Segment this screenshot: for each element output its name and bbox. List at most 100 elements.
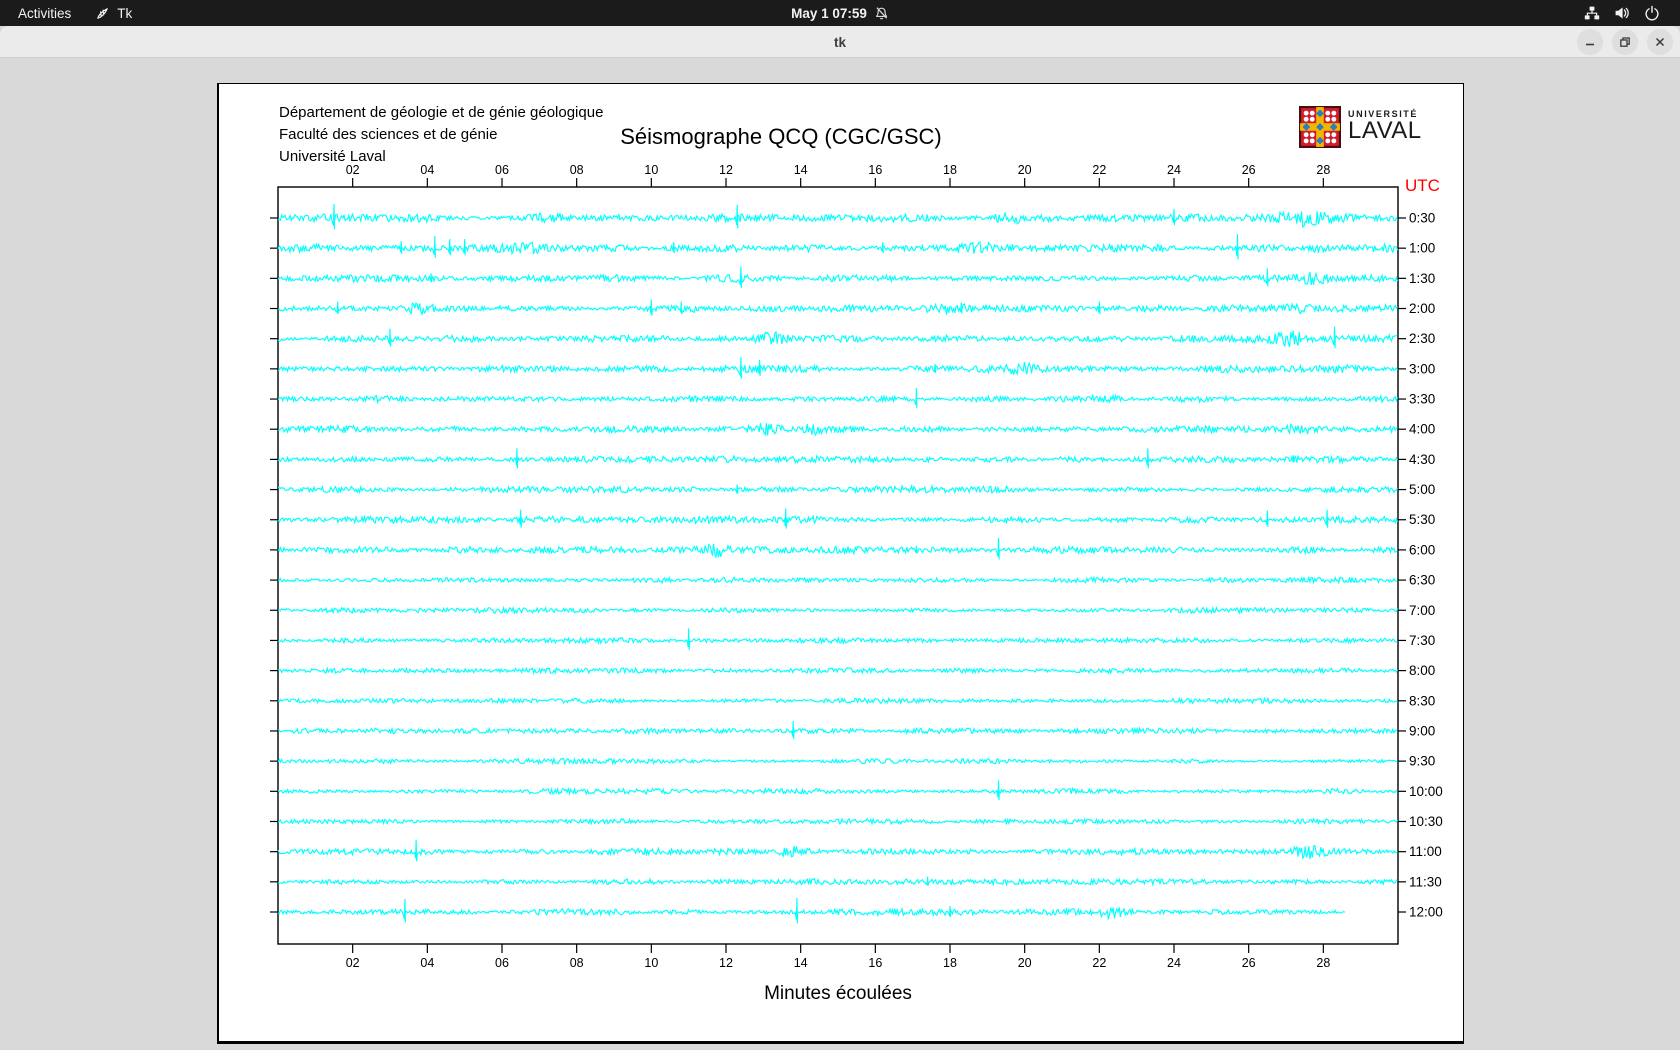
trace-row [277,537,1398,560]
x-tick-label-bottom: 02 [346,956,360,970]
row-time-label: 3:00 [1409,361,1435,376]
close-button[interactable] [1647,29,1673,55]
clock-label: May 1 07:59 [791,5,867,21]
trace-row [277,508,1399,529]
x-tick-label-top: 20 [1018,163,1032,177]
power-icon [1644,5,1660,21]
row-time-label: 6:30 [1409,573,1435,588]
bell-slash-icon [874,6,889,21]
trace-row [277,666,1399,676]
row-time-label: 8:00 [1409,663,1435,678]
trace-row [277,839,1398,862]
trace-row [277,628,1398,651]
x-tick-label-top: 22 [1092,163,1106,177]
x-tick-label-top: 16 [868,163,882,177]
x-tick-label-top: 18 [943,163,957,177]
tk-feather-icon [95,6,110,21]
x-tick-label-bottom: 24 [1167,956,1181,970]
gnome-top-bar: Activities Tk May 1 07:59 [0,0,1680,26]
row-time-label: 8:30 [1409,693,1435,708]
x-tick-label-bottom: 10 [644,956,658,970]
x-tick-label-bottom: 04 [420,956,434,970]
clock-button[interactable]: May 1 07:59 [779,0,901,26]
minimize-icon [1586,43,1594,46]
x-tick-label-bottom: 22 [1092,956,1106,970]
window-title: tk [833,34,846,50]
trace-row [277,234,1399,260]
trace-row [277,422,1398,437]
x-tick-label-top: 04 [420,163,434,177]
row-time-label: 1:30 [1409,271,1435,286]
x-tick-label-top: 08 [570,163,584,177]
close-icon [1655,37,1665,47]
trace-row [277,780,1398,801]
x-tick-label-top: 02 [346,163,360,177]
row-time-label: 1:00 [1409,241,1435,256]
trace-row [277,876,1398,887]
row-time-label: 9:00 [1409,723,1435,738]
row-time-label: 6:00 [1409,542,1435,557]
trace-row [277,387,1399,408]
x-tick-label-bottom: 18 [943,956,957,970]
restore-icon [1620,37,1630,47]
trace-row [278,605,1399,615]
x-tick-label-bottom: 20 [1018,956,1032,970]
trace-row [277,266,1399,288]
row-time-label: 2:00 [1409,301,1435,316]
x-tick-label-bottom: 08 [570,956,584,970]
x-tick-label-bottom: 16 [868,956,882,970]
x-tick-label-top: 10 [644,163,658,177]
row-time-label: 12:00 [1409,905,1443,920]
app-menu-label: Tk [117,5,133,21]
x-tick-label-top: 14 [794,163,808,177]
trace-row [277,448,1399,469]
utc-label: UTC [1405,176,1440,195]
volume-icon [1614,5,1630,21]
maximize-button[interactable] [1612,29,1638,55]
x-tick-label-bottom: 12 [719,956,733,970]
x-tick-label-bottom: 28 [1316,956,1330,970]
trace-row [277,756,1398,766]
row-time-label: 5:00 [1409,482,1435,497]
seismograph-canvas: Département de géologie et de génie géol… [217,83,1464,1044]
trace-row [277,356,1399,379]
minimize-button[interactable] [1577,29,1603,55]
row-time-label: 10:30 [1409,814,1443,829]
x-tick-label-bottom: 14 [794,956,808,970]
x-axis-title: Minutes écoulées [764,983,912,1004]
x-tick-label-top: 12 [719,163,733,177]
row-time-label: 9:30 [1409,754,1435,769]
x-tick-label-top: 28 [1316,163,1330,177]
row-time-label: 2:30 [1409,331,1435,346]
trace-row [278,483,1399,495]
helicorder-plot: 02 02 04 04 06 06 08 08 10 10 12 12 14 14 16 16 18 18 20 20… [270,163,1443,970]
row-time-label: 3:30 [1409,392,1435,407]
window-content: Département de géologie et de génie géol… [0,58,1680,1050]
row-time-label: 7:30 [1409,633,1435,648]
app-menu-button[interactable]: Tk [83,0,144,26]
window-controls [1577,29,1673,55]
x-tick-label-bottom: 06 [495,956,509,970]
trace-row [278,720,1398,740]
row-time-label: 5:30 [1409,512,1435,527]
activities-button[interactable]: Activities [6,0,83,26]
trace-row [277,897,1346,924]
trace-row [277,696,1399,705]
x-tick-label-bottom: 26 [1242,956,1256,970]
system-status-area[interactable] [1572,0,1672,26]
row-time-label: 4:30 [1409,452,1435,467]
row-time-label: 11:00 [1409,844,1442,859]
trace-row [278,817,1399,826]
x-tick-label-top: 26 [1242,163,1256,177]
x-tick-label-top: 06 [495,163,509,177]
trace-row [277,326,1398,349]
row-time-label: 0:30 [1409,211,1435,226]
wired-network-icon [1584,5,1600,21]
trace-row [277,203,1399,230]
row-time-label: 7:00 [1409,603,1435,618]
x-tick-label-top: 24 [1167,163,1181,177]
trace-row [277,575,1398,585]
row-time-label: 10:00 [1409,784,1443,799]
window-titlebar[interactable]: tk [0,26,1680,58]
row-time-label: 4:00 [1409,422,1435,437]
